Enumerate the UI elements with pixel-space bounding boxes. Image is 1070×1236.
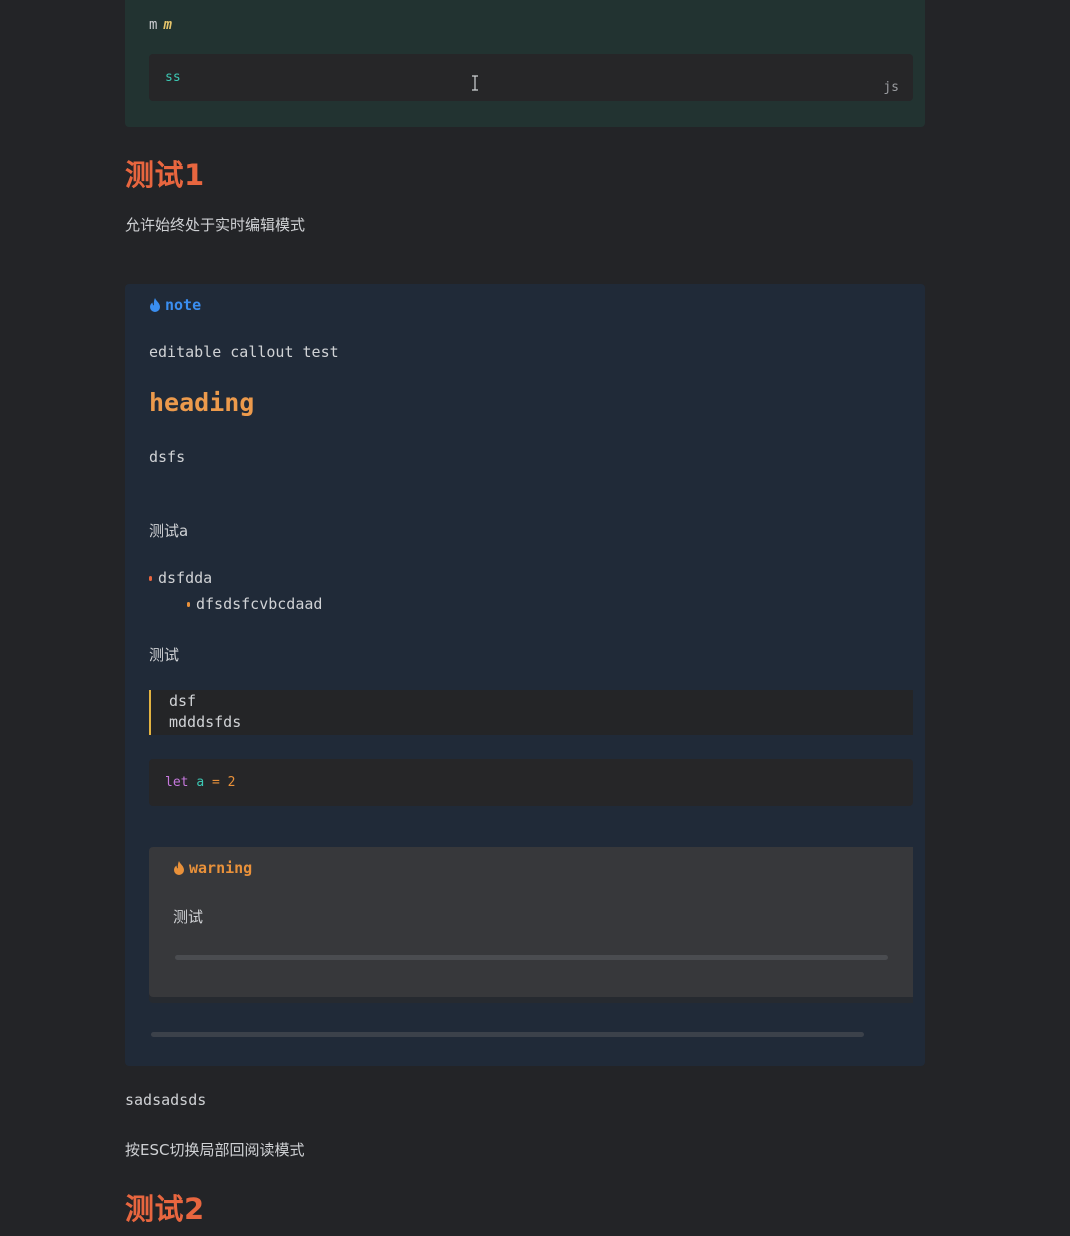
code-keyword: let [165, 775, 189, 790]
editor-page: mm ss js 测试1 允许始终处于实时编辑模式 note editable … [0, 0, 1070, 1236]
bullet-icon [187, 601, 190, 607]
callout-line: 测试a [149, 522, 189, 540]
blockquote[interactable]: dsf mdddsfds [149, 690, 913, 735]
bullet-icon [149, 575, 152, 581]
code-language-label: js [883, 80, 899, 95]
callout-top[interactable]: mm ss js [125, 0, 925, 127]
paragraph-live-edit: 允许始终处于实时编辑模式 [125, 216, 306, 234]
horizontal-scrollbar[interactable] [175, 955, 888, 960]
list-item-text: dsfdda [158, 569, 213, 587]
italic-text: m [163, 17, 172, 33]
text-cursor-icon [472, 75, 478, 91]
heading-section-2: 测试2 [125, 1192, 205, 1226]
callout-title-label: note [165, 296, 202, 314]
plain-text: m [149, 17, 158, 33]
code-block[interactable]: ss js [149, 54, 913, 101]
flame-icon [150, 298, 160, 312]
code-line: let a = 2 [165, 775, 235, 790]
quote-line: dsf [169, 692, 197, 710]
horizontal-scrollbar[interactable] [151, 1032, 864, 1037]
list-item: dsfdda [149, 569, 212, 587]
callout-line: 测试 [149, 646, 180, 664]
callout-warning-title[interactable]: warning [172, 859, 252, 877]
callout-note-title[interactable]: note [148, 296, 201, 314]
list-item-text: dfsdsfcvbcdaad [196, 595, 323, 613]
list-item: dfsdsfcvbcdaad [187, 595, 322, 613]
code-number: 2 [227, 775, 236, 790]
callout-note[interactable]: note editable callout test heading dsfs … [125, 284, 925, 1066]
callout-title-label: warning [189, 859, 253, 877]
quote-line: mdddsfds [169, 713, 242, 731]
code-text: ss [165, 70, 181, 85]
code-operator: = [211, 775, 220, 790]
callout-line: editable callout test [149, 343, 339, 361]
callout-line: 测试 [173, 908, 204, 926]
code-variable: a [196, 775, 205, 790]
callout-text-line: mm [149, 17, 172, 33]
callout-heading: heading [149, 388, 255, 417]
flame-icon [174, 861, 184, 875]
callout-line: dsfs [149, 448, 186, 466]
heading-section-1: 测试1 [125, 158, 205, 192]
callout-warning[interactable]: warning 测试 [149, 847, 913, 997]
code-block[interactable]: let a = 2 [149, 759, 913, 806]
paragraph: sadsadsds [125, 1091, 207, 1109]
paragraph-esc-hint: 按ESC切换局部回阅读模式 [125, 1141, 305, 1159]
